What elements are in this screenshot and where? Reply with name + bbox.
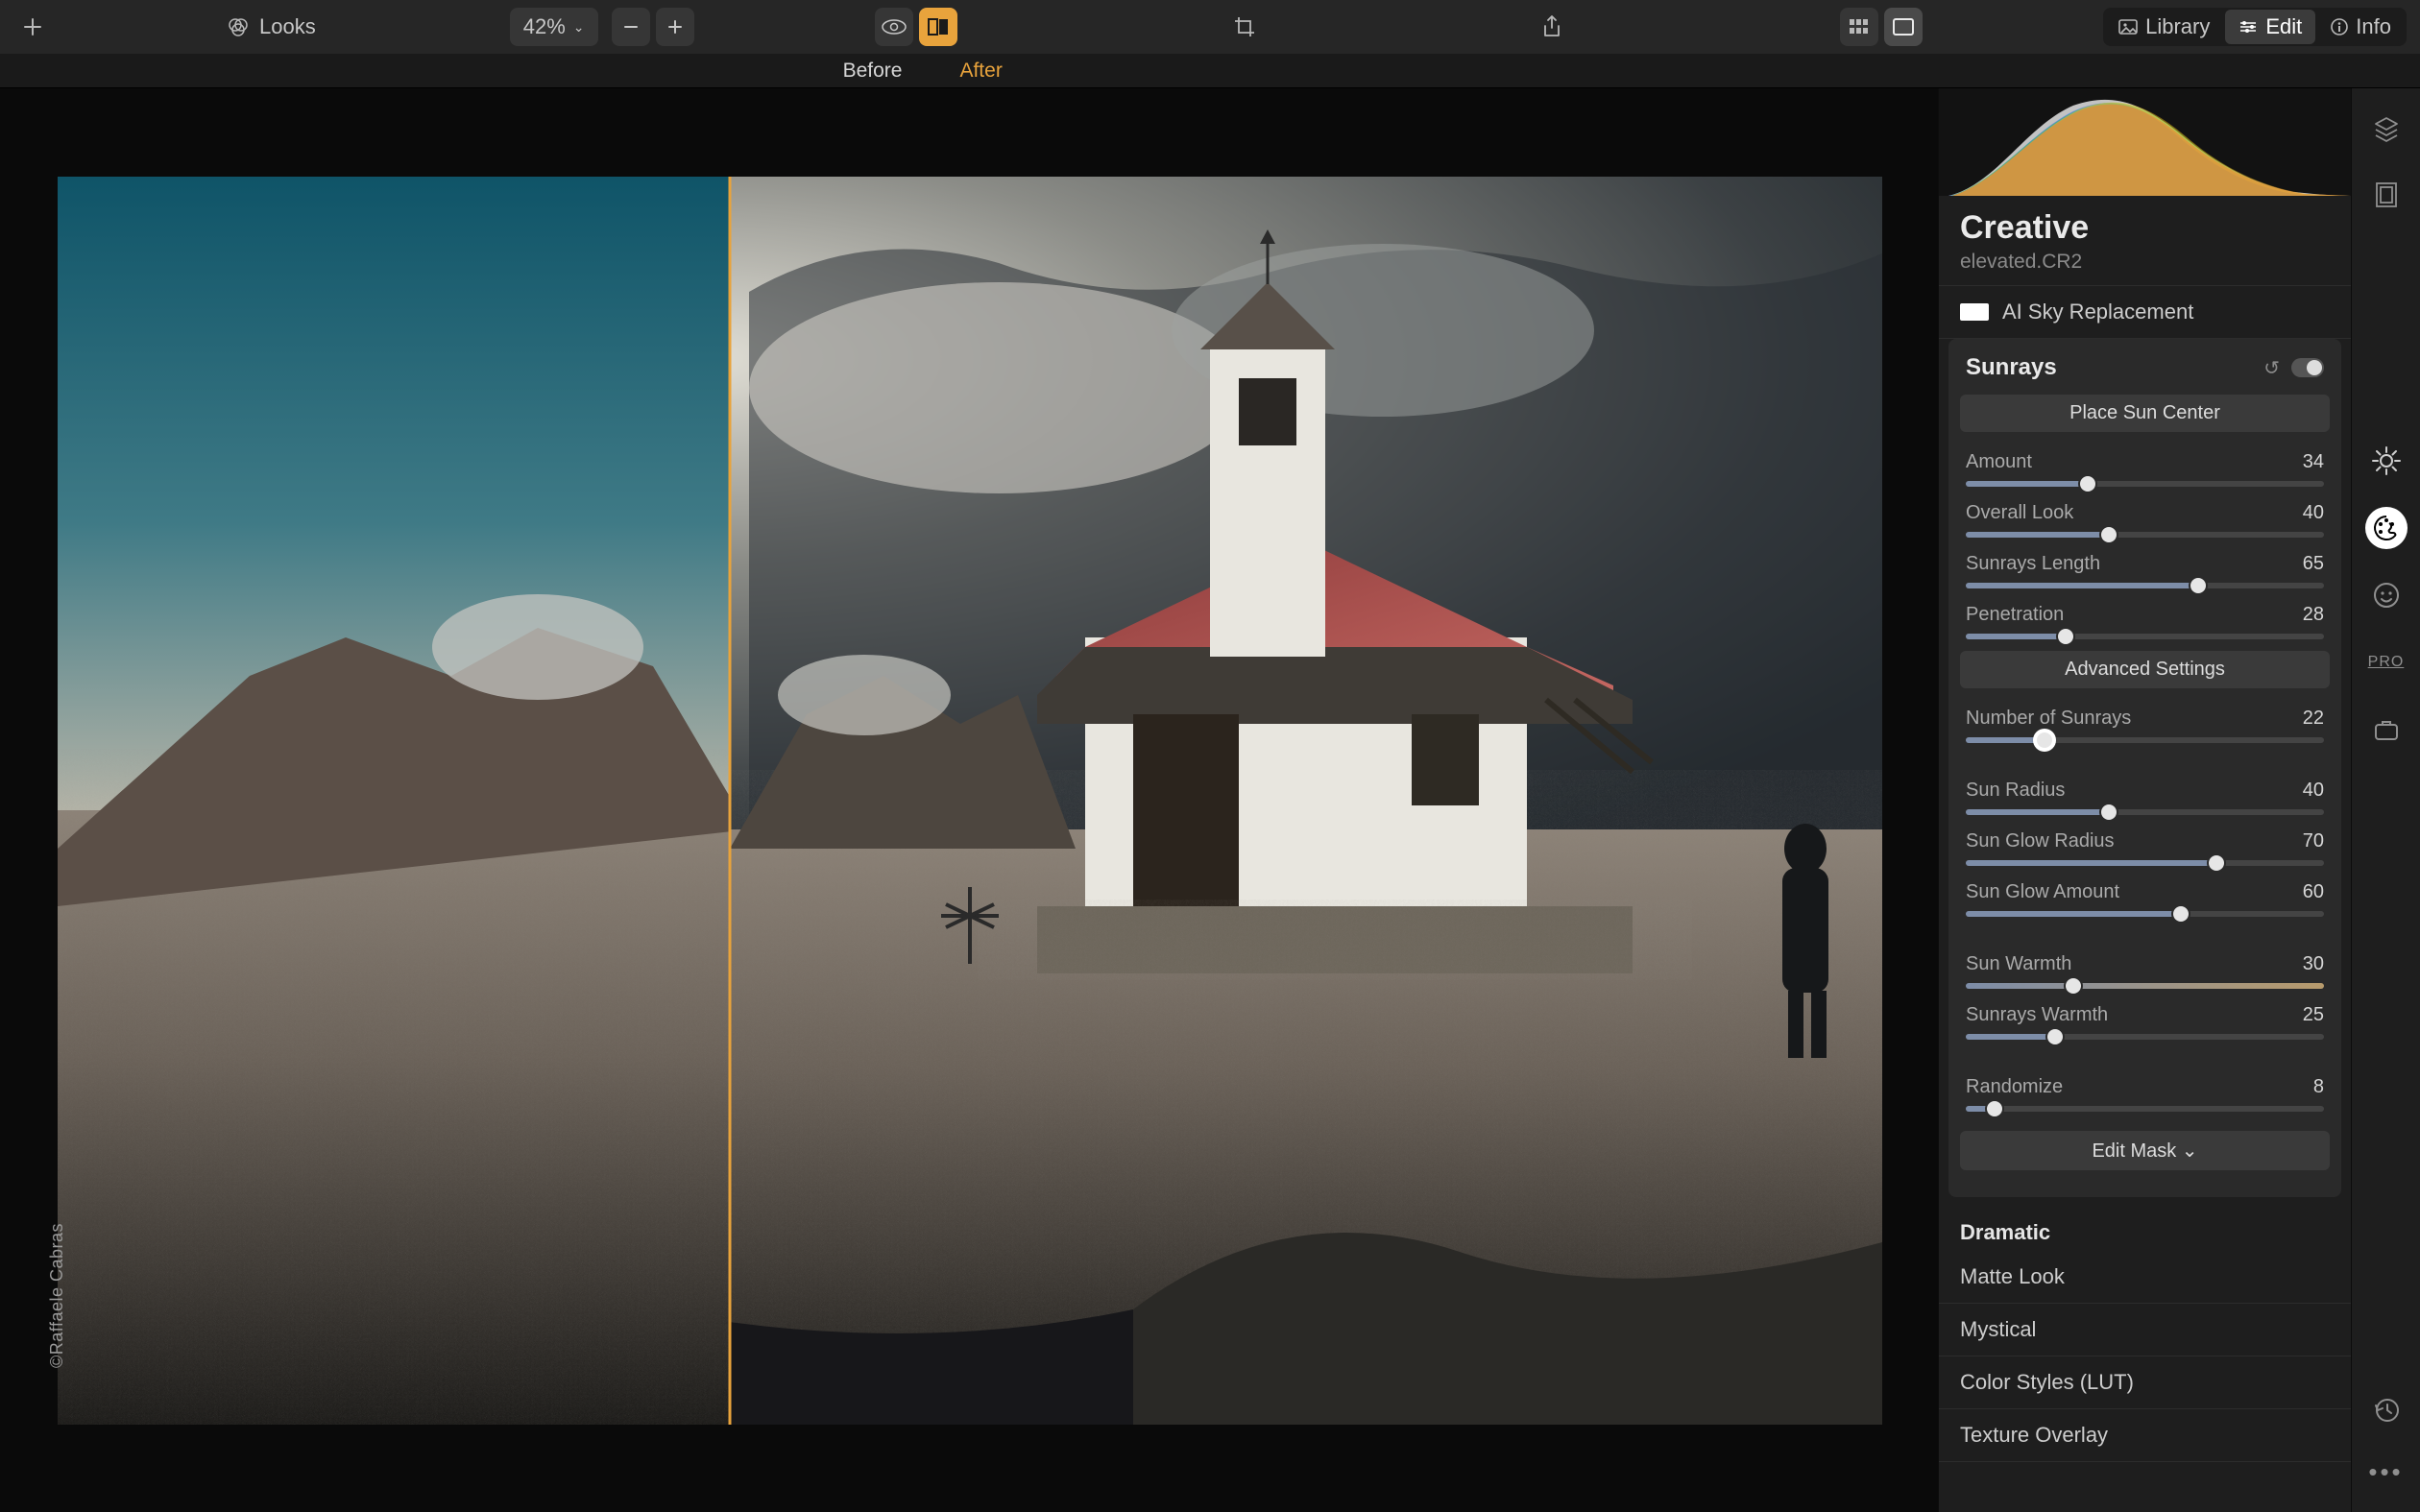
image-canvas[interactable]: ©Raffaele Cabras (0, 88, 1938, 1512)
sky-swatch (1960, 303, 1989, 321)
ai-sky-label: AI Sky Replacement (2002, 300, 2193, 324)
more-menu-icon[interactable]: ••• (2365, 1451, 2408, 1493)
slider-sun-glow-amount[interactable]: Sun Glow Amount60 (1960, 874, 2330, 924)
compare-split-button[interactable] (919, 8, 957, 46)
zoom-in-button[interactable] (656, 8, 694, 46)
share-icon (1541, 14, 1562, 39)
edit-panel: Creative elevated.CR2 AI Sky Replacement… (1938, 88, 2351, 1512)
reset-sunrays-button[interactable]: ↺ (2263, 356, 2280, 380)
zoom-out-button[interactable] (612, 8, 650, 46)
filter-matte-look[interactable]: Matte Look (1939, 1251, 2351, 1304)
compare-label-row: Before After (0, 54, 2420, 88)
slider-sunrays-length[interactable]: Sunrays Length65 (1960, 545, 2330, 596)
crop-icon (1233, 15, 1256, 38)
slider-amount[interactable]: Amount34 (1960, 444, 2330, 494)
compare-icon (928, 18, 949, 36)
eye-icon (882, 18, 907, 36)
library-icon (2118, 19, 2138, 35)
preview-eye-button[interactable] (875, 8, 913, 46)
sunrays-title: Sunrays (1966, 354, 2057, 381)
tab-library-label: Library (2145, 14, 2210, 39)
looks-button[interactable]: Looks (213, 8, 329, 46)
slider-sunrays-warmth[interactable]: Sunrays Warmth25 (1960, 996, 2330, 1047)
share-button[interactable] (1533, 8, 1571, 46)
photo-preview (0, 90, 1938, 1511)
top-toolbar: Looks 42% ⌄ Library (0, 0, 2420, 54)
add-button[interactable] (13, 8, 52, 46)
zoom-value: 42% (523, 14, 566, 39)
advanced-settings-button[interactable]: Advanced Settings (1960, 651, 2330, 688)
mode-tabs: Library Edit Info (2103, 8, 2407, 46)
filter-color-styles-lut-[interactable]: Color Styles (LUT) (1939, 1356, 2351, 1409)
slider-overall-look[interactable]: Overall Look40 (1960, 494, 2330, 545)
single-icon (1893, 18, 1914, 36)
looks-icon (227, 15, 250, 38)
slider-sun-warmth[interactable]: Sun Warmth30 (1960, 946, 2330, 996)
tab-edit-label: Edit (2265, 14, 2302, 39)
essentials-category-icon[interactable] (2365, 440, 2408, 482)
category-rail: PRO ••• (2351, 88, 2420, 1512)
chevron-down-icon: ⌄ (573, 19, 585, 36)
crop-button[interactable] (1225, 8, 1264, 46)
filter-dramatic[interactable]: Dramatic (1939, 1207, 2351, 1251)
single-view-button[interactable] (1884, 8, 1923, 46)
looks-label: Looks (259, 14, 316, 39)
filter-ai-sky-replacement[interactable]: AI Sky Replacement (1939, 286, 2351, 339)
tab-edit[interactable]: Edit (2225, 10, 2315, 44)
slider-sun-radius[interactable]: Sun Radius40 (1960, 772, 2330, 823)
panel-category-title: Creative (1960, 209, 2089, 247)
sunrays-toggle[interactable] (2291, 358, 2324, 377)
slider-number-of-sunrays[interactable]: Number of Sunrays22 (1960, 700, 2330, 751)
pro-category-icon[interactable]: PRO (2365, 641, 2408, 684)
slider-sun-glow-radius[interactable]: Sun Glow Radius70 (1960, 823, 2330, 874)
histogram[interactable] (1939, 88, 2351, 196)
utility-category-icon[interactable] (2365, 708, 2408, 751)
tab-info[interactable]: Info (2317, 10, 2405, 44)
edit-mask-button[interactable]: Edit Mask ⌄ (1960, 1131, 2330, 1170)
slider-randomize[interactable]: Randomize8 (1960, 1068, 2330, 1119)
after-label: After (959, 60, 1002, 83)
grid-view-button[interactable] (1840, 8, 1878, 46)
layers-icon[interactable] (2365, 108, 2408, 150)
sunrays-filter-panel: Sunrays ↺ Place Sun Center Amount34Overa… (1948, 339, 2341, 1197)
zoom-dropdown[interactable]: 42% ⌄ (510, 8, 598, 46)
grid-icon (1849, 18, 1870, 36)
sliders-icon (2238, 19, 2258, 35)
history-icon[interactable] (2365, 1389, 2408, 1431)
tab-info-label: Info (2356, 14, 2391, 39)
filter-texture-overlay[interactable]: Texture Overlay (1939, 1409, 2351, 1462)
image-credit: ©Raffaele Cabras (47, 1223, 67, 1368)
info-icon (2331, 18, 2348, 36)
place-sun-center-button[interactable]: Place Sun Center (1960, 395, 2330, 432)
before-label: Before (843, 60, 903, 83)
slider-penetration[interactable]: Penetration28 (1960, 596, 2330, 647)
filter-mystical[interactable]: Mystical (1939, 1304, 2351, 1356)
creative-category-icon[interactable] (2365, 507, 2408, 549)
portrait-category-icon[interactable] (2365, 574, 2408, 616)
tab-library[interactable]: Library (2105, 10, 2223, 44)
file-name: elevated.CR2 (1939, 249, 2351, 286)
canvas-icon[interactable] (2365, 175, 2408, 217)
